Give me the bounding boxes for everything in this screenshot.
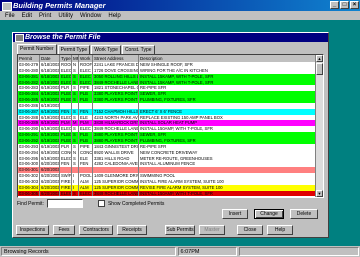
insert-button[interactable]: Insert <box>222 209 248 219</box>
col-header-address[interactable]: Street Address <box>93 55 139 62</box>
grid-body: 03-06-279 6/18/2003 ROOF N ROOF 2241 LAKE FRA… <box>18 62 323 197</box>
scroll-up-icon[interactable]: ▲ <box>316 55 323 62</box>
delete-button[interactable]: Delete <box>290 209 318 219</box>
master-button[interactable]: Master <box>199 225 225 235</box>
close-window-button[interactable]: × <box>350 1 359 9</box>
change-button[interactable]: Change <box>254 209 284 219</box>
dialog-title: Browse the Permit File <box>25 34 101 41</box>
table-cell: 6/20/2003 <box>41 190 60 197</box>
dialog-icon <box>15 34 24 42</box>
app-title-bar: Building Permits Manager _ □ × <box>0 0 360 11</box>
show-completed-label: Show Completed Permits <box>107 200 165 207</box>
dialog-title-bar: Browse the Permit File <box>13 33 328 42</box>
show-completed-checkbox[interactable]: Show Completed Permits <box>97 200 165 207</box>
grid-header: Permit Date Type MP Work Street Address … <box>18 55 323 62</box>
scroll-thumb[interactable] <box>316 63 323 75</box>
table-cell: 3849 ROCHELLE LANE <box>94 190 139 197</box>
table-cell: S <box>72 190 79 197</box>
table-cell: INSTALL 150AMP, WITH T-POLE, SFR <box>139 190 323 197</box>
app-icon <box>2 2 12 11</box>
find-permit-input[interactable] <box>46 199 83 208</box>
menu-help[interactable]: Help <box>108 13 120 19</box>
app-title: Building Permits Manager <box>13 1 106 10</box>
menu-window[interactable]: Window <box>80 13 101 19</box>
col-header-description[interactable]: Description <box>139 55 323 62</box>
grid-vertical-scrollbar[interactable]: ▲ ▼ <box>315 55 323 197</box>
menu-bar: File Edit Print Utility Window Help <box>0 11 360 20</box>
checkbox-box[interactable] <box>97 200 105 207</box>
find-permit-label: Find Permit: <box>17 200 44 207</box>
browse-permit-dialog: Browse the Permit File Permit Number Per… <box>12 32 329 238</box>
table-cell: 03-06-305 <box>19 190 40 197</box>
close-button[interactable]: Close <box>237 225 263 235</box>
sub-permits-button[interactable]: Sub Permits <box>165 225 195 235</box>
menu-utility[interactable]: Utility <box>58 13 73 19</box>
permit-grid[interactable]: Permit Date Type MP Work Street Address … <box>17 54 324 198</box>
table-row[interactable]: 03-06-305 6/20/2003 ELEC S ELEC 3849 ROCHELLE… <box>18 190 323 197</box>
menu-edit[interactable]: Edit <box>22 13 32 19</box>
find-permit-row: Find Permit: Show Completed Permits <box>17 199 164 208</box>
status-clock: 6:07PM <box>177 247 238 256</box>
fees-button[interactable]: Fees <box>53 225 75 235</box>
maximize-button[interactable]: □ <box>340 1 349 9</box>
receipts-button[interactable]: Receipts <box>117 225 147 235</box>
col-header-date[interactable]: Date <box>40 55 60 62</box>
col-header-type[interactable]: Type <box>60 55 72 62</box>
table-cell: ELEC <box>79 190 93 197</box>
help-button[interactable]: Help <box>267 225 293 235</box>
scroll-down-icon[interactable]: ▼ <box>316 190 323 197</box>
col-header-permit[interactable]: Permit <box>18 55 40 62</box>
inspections-button[interactable]: Inspections <box>16 225 49 235</box>
menu-print[interactable]: Print <box>39 13 51 19</box>
contractors-button[interactable]: Contractors <box>79 225 113 235</box>
status-text: Browsing Records <box>1 247 176 256</box>
minimize-button[interactable]: _ <box>330 1 339 9</box>
status-bar: Browsing Records 6:07PM <box>0 246 360 257</box>
col-header-mp[interactable]: MP <box>72 55 79 62</box>
table-cell: ELEC <box>61 190 72 197</box>
menu-file[interactable]: File <box>5 13 15 19</box>
col-header-work[interactable]: Work <box>79 55 93 62</box>
status-panel <box>239 247 359 256</box>
